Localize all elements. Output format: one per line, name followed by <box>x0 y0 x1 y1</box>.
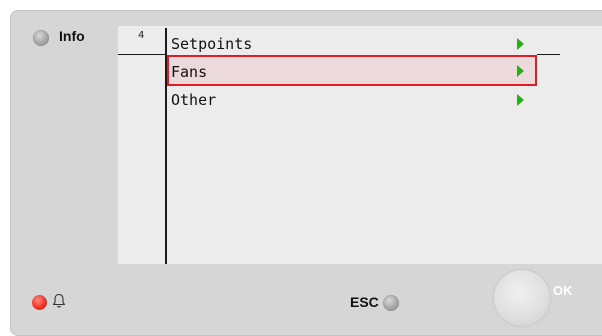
info-led-icon[interactable] <box>33 30 49 46</box>
menu-item-label: Fans <box>171 63 208 81</box>
esc-led-icon[interactable] <box>383 295 399 311</box>
menu-item-setpoints[interactable]: Setpoints <box>167 30 537 56</box>
info-button-label[interactable]: Info <box>59 28 85 44</box>
menu-item-fans[interactable]: Fans <box>167 55 537 86</box>
ok-button[interactable] <box>494 270 550 326</box>
bell-icon[interactable] <box>52 293 66 309</box>
screen-divider-horizontal-right <box>537 54 560 55</box>
arrow-right-icon <box>517 94 524 106</box>
screen-divider-horizontal-left <box>118 54 165 55</box>
menu-item-label: Setpoints <box>171 35 253 53</box>
esc-button-label[interactable]: ESC <box>350 294 379 310</box>
menu-item-label: Other <box>171 91 217 109</box>
page-number: 4 <box>138 30 145 41</box>
ok-button-label[interactable]: OK <box>553 283 573 298</box>
arrow-right-icon <box>517 65 524 77</box>
menu-item-other[interactable]: Other <box>167 86 537 112</box>
arrow-right-icon <box>517 38 524 50</box>
alarm-led-icon[interactable] <box>32 295 47 310</box>
